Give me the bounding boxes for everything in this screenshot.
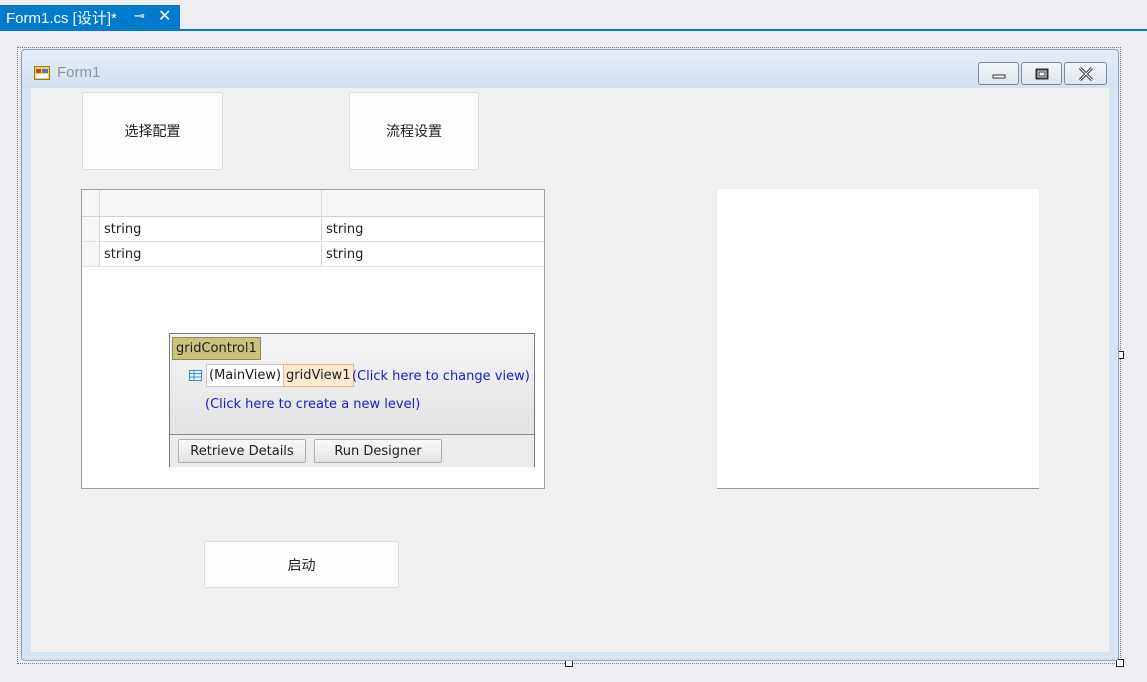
minimize-button[interactable]: [978, 62, 1019, 85]
grid-header-row: [82, 190, 544, 217]
maximize-icon: [1035, 68, 1048, 79]
select-config-label: 选择配置: [124, 124, 181, 140]
document-tab-form1-design[interactable]: Form1.cs [设计]* ⊸ ✕: [0, 5, 180, 29]
grid-designer-panel: gridControl1 (MainView) gridView1 (Click…: [169, 333, 535, 467]
main-view-tag[interactable]: (MainView): [206, 364, 285, 387]
grid-column-separator: [321, 217, 322, 241]
grid-control-name-tag: gridControl1: [172, 337, 261, 360]
grid-column-separator: [321, 190, 322, 216]
document-tab-strip: Form1.cs [设计]* ⊸ ✕: [0, 0, 1147, 31]
form-title: Form1: [57, 64, 101, 81]
flow-settings-button[interactable]: 流程设置: [349, 92, 479, 170]
grid-header-indicator: [82, 190, 100, 216]
picture-box[interactable]: [717, 189, 1039, 489]
table-cell[interactable]: string: [326, 222, 363, 237]
table-row[interactable]: string string: [82, 242, 544, 267]
run-designer-label: Run Designer: [334, 443, 422, 459]
run-designer-button[interactable]: Run Designer: [314, 439, 442, 463]
close-icon[interactable]: ✕: [158, 6, 171, 26]
document-tab-title: Form1.cs [设计]*: [6, 9, 117, 27]
change-view-link[interactable]: (Click here to change view): [352, 369, 530, 384]
designer-panel-footer: Retrieve Details Run Designer: [170, 434, 534, 467]
start-label: 启动: [287, 557, 316, 574]
grid-view-tag[interactable]: gridView1: [283, 364, 354, 387]
close-window-icon: [1078, 66, 1093, 81]
select-config-button[interactable]: 选择配置: [82, 92, 223, 170]
retrieve-details-label: Retrieve Details: [190, 443, 294, 459]
flow-settings-label: 流程设置: [386, 124, 442, 140]
table-cell[interactable]: string: [326, 247, 363, 262]
pin-icon[interactable]: ⊸: [134, 8, 145, 24]
form-title-bar: Form1: [22, 50, 1118, 88]
row-indicator: [82, 242, 100, 266]
start-button[interactable]: 启动: [204, 541, 399, 588]
form-app-icon: [34, 66, 50, 80]
table-cell[interactable]: string: [104, 222, 141, 237]
grid-view-icon: [189, 370, 202, 381]
retrieve-details-button[interactable]: Retrieve Details: [178, 439, 306, 463]
close-window-button[interactable]: [1064, 62, 1107, 85]
grid-column-separator: [321, 242, 322, 266]
table-cell[interactable]: string: [104, 247, 141, 262]
create-level-link[interactable]: (Click here to create a new level): [205, 397, 420, 412]
minimize-icon: [992, 74, 1005, 78]
row-indicator: [82, 217, 100, 241]
maximize-button[interactable]: [1021, 62, 1062, 85]
table-row[interactable]: string string: [82, 217, 544, 242]
